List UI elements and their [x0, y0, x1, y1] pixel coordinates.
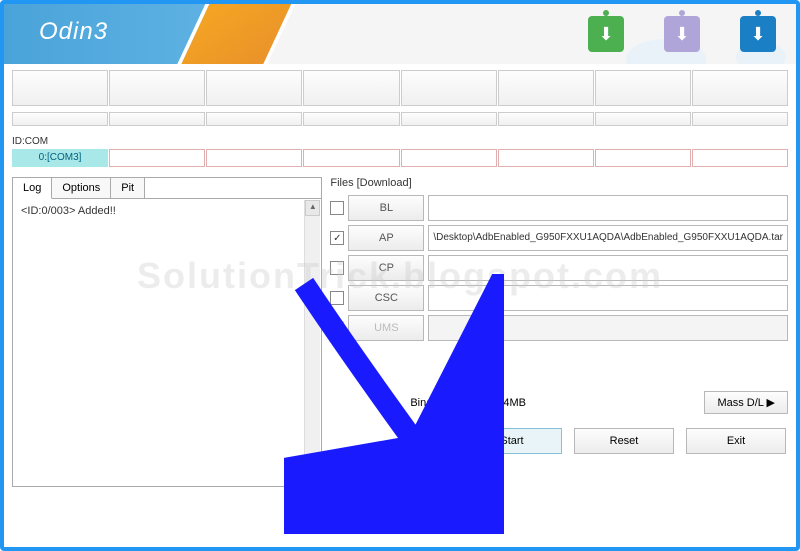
- tab-row: Log Options Pit: [13, 178, 321, 199]
- ap-button[interactable]: AP: [348, 225, 424, 251]
- csc-checkbox[interactable]: [330, 291, 344, 305]
- ums-button: UMS: [348, 315, 424, 341]
- idcom-cell[interactable]: [401, 149, 497, 167]
- tab-pit[interactable]: Pit: [111, 178, 145, 198]
- app-title: Odin3: [39, 18, 108, 46]
- file-row-ums: UMS: [330, 315, 788, 341]
- progress-area: [4, 64, 796, 136]
- idcom-cell[interactable]: [692, 149, 788, 167]
- idcom-cell[interactable]: [109, 149, 205, 167]
- binary-row: Binary Size 4MB Mass D/L ▶: [330, 391, 788, 414]
- progress-cell: [12, 112, 108, 126]
- reset-button[interactable]: Reset: [574, 428, 674, 454]
- progress-cell: [692, 112, 788, 126]
- ums-field: [428, 315, 788, 341]
- header-icon-row: ⬇ ⬇ ⬇: [588, 16, 776, 52]
- cp-checkbox[interactable]: [330, 261, 344, 275]
- scroll-down-icon[interactable]: ▼: [305, 466, 320, 482]
- bl-checkbox[interactable]: [330, 201, 344, 215]
- files-title: Files [Download]: [330, 177, 788, 189]
- file-row-cp: CP: [330, 255, 788, 281]
- start-button[interactable]: Start: [462, 428, 562, 454]
- csc-button[interactable]: CSC: [348, 285, 424, 311]
- files-panel: Files [Download] BL ✓ AP \Desktop\AdbEna…: [330, 177, 788, 487]
- app-header: Odin3 ⬇ ⬇ ⬇: [4, 4, 796, 64]
- idcom-cell-active[interactable]: 0:[COM3]: [12, 149, 108, 167]
- progress-cell: [692, 70, 788, 106]
- log-line: <ID:0/003> Added!!: [21, 205, 313, 217]
- file-row-ap: ✓ AP \Desktop\AdbEnabled_G950FXXU1AQDA\A…: [330, 225, 788, 251]
- scrollbar[interactable]: ▲ ▼: [304, 200, 320, 482]
- idcom-cell[interactable]: [595, 149, 691, 167]
- download-icon: ⬇: [740, 16, 776, 52]
- main-area: Log Options Pit <ID:0/003> Added!! ▲ ▼ F…: [4, 167, 796, 487]
- ap-checkbox[interactable]: ✓: [330, 231, 344, 245]
- progress-cell: [498, 112, 594, 126]
- progress-cell: [303, 70, 399, 106]
- progress-cell: [109, 70, 205, 106]
- progress-cell: [498, 70, 594, 106]
- idcom-section: ID:COM 0:[COM3]: [4, 136, 796, 167]
- cp-field[interactable]: [428, 255, 788, 281]
- idcom-cell[interactable]: [303, 149, 399, 167]
- idcom-row: 0:[COM3]: [12, 149, 788, 167]
- progress-row-thin: [12, 112, 788, 126]
- idcom-cell[interactable]: [206, 149, 302, 167]
- header-accent: [168, 4, 300, 64]
- download-icon: ⬇: [588, 16, 624, 52]
- scroll-up-icon[interactable]: ▲: [305, 200, 320, 216]
- ums-checkbox: [330, 321, 344, 335]
- progress-cell: [401, 70, 497, 106]
- log-body: <ID:0/003> Added!! ▲ ▼: [13, 199, 321, 483]
- progress-cell: [206, 70, 302, 106]
- progress-cell: [595, 70, 691, 106]
- idcom-cell[interactable]: [498, 149, 594, 167]
- log-panel: Log Options Pit <ID:0/003> Added!! ▲ ▼: [12, 177, 322, 487]
- progress-cell: [401, 112, 497, 126]
- ap-field[interactable]: \Desktop\AdbEnabled_G950FXXU1AQDA\AdbEna…: [428, 225, 788, 251]
- binary-size-value: 4MB: [470, 397, 530, 409]
- csc-field[interactable]: [428, 285, 788, 311]
- file-row-csc: CSC: [330, 285, 788, 311]
- progress-cell: [12, 70, 108, 106]
- cp-button[interactable]: CP: [348, 255, 424, 281]
- progress-cell: [303, 112, 399, 126]
- idcom-label: ID:COM: [12, 136, 788, 147]
- binary-size-label: Binary Size: [410, 397, 466, 409]
- progress-cell: [109, 112, 205, 126]
- exit-button[interactable]: Exit: [686, 428, 786, 454]
- tab-log[interactable]: Log: [13, 178, 52, 199]
- mass-dl-button[interactable]: Mass D/L ▶: [704, 391, 788, 414]
- progress-cell: [206, 112, 302, 126]
- file-row-bl: BL: [330, 195, 788, 221]
- tab-options[interactable]: Options: [52, 178, 111, 198]
- download-icon: ⬇: [664, 16, 700, 52]
- action-buttons: Start Reset Exit: [330, 428, 788, 454]
- bl-field[interactable]: [428, 195, 788, 221]
- progress-cell: [595, 112, 691, 126]
- progress-row: [12, 70, 788, 106]
- bl-button[interactable]: BL: [348, 195, 424, 221]
